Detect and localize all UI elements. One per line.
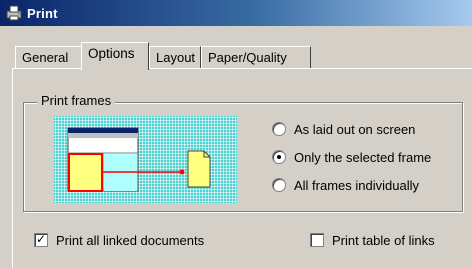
radio-only-selected-frame[interactable]: Only the selected frame — [272, 148, 431, 166]
tab-layout[interactable]: Layout — [149, 46, 201, 68]
radio-all-frames-individually[interactable]: All frames individually — [272, 176, 419, 194]
tab-general[interactable]: General — [15, 46, 83, 68]
title-bar[interactable]: Print — [0, 0, 472, 26]
tab-paper-quality[interactable]: Paper/Quality — [201, 46, 311, 68]
radio-button[interactable] — [272, 122, 286, 136]
radio-button[interactable] — [272, 150, 286, 164]
tab-strip: General Layout Paper/Quality Options — [0, 30, 472, 70]
radio-button[interactable] — [272, 178, 286, 192]
window-title: Print — [27, 5, 58, 21]
printer-icon — [5, 5, 23, 21]
radio-label: Only the selected frame — [294, 149, 432, 165]
checkbox-label: Print all linked documents — [56, 232, 205, 248]
checkbox-print-table-links[interactable]: Print table of links — [310, 231, 435, 249]
radio-as-laid-out[interactable]: As laid out on screen — [272, 120, 415, 138]
print-frames-title: Print frames — [37, 93, 116, 108]
radio-selected-dot — [277, 155, 281, 159]
radio-label: As laid out on screen — [294, 121, 416, 137]
radio-label: All frames individually — [294, 177, 419, 193]
frames-preview-image — [54, 116, 237, 203]
checkbox-label: Print table of links — [332, 232, 435, 248]
checkbox[interactable]: ✓ — [34, 232, 48, 247]
checkbox-print-linked-docs[interactable]: ✓ Print all linked documents — [34, 231, 204, 249]
checkbox[interactable] — [310, 233, 324, 247]
check-mark-icon: ✓ — [36, 232, 47, 246]
tab-options[interactable]: Options — [81, 42, 149, 70]
